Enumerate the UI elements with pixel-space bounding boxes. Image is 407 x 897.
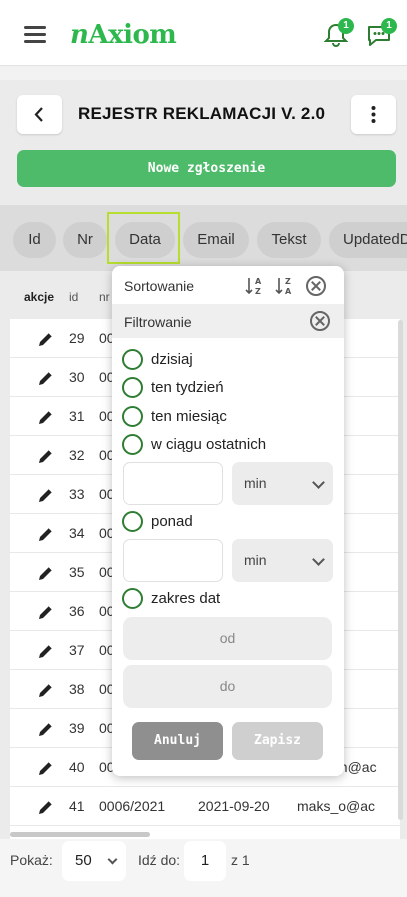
cell-id: 38 [69,681,85,697]
chevron-down-icon [107,854,118,865]
cell-id: 36 [69,603,85,619]
cell-date: 2021-09-20 [198,798,270,814]
svg-text:Z: Z [255,287,261,296]
filter-label: Filtrowanie [124,314,192,330]
edit-icon[interactable] [38,448,54,464]
edit-icon[interactable] [38,409,54,425]
page-title: REJESTR REKLAMACJI V. 2.0 [78,104,326,123]
cell-id: 31 [69,408,85,424]
cancel-button[interactable]: Anuluj [132,722,223,760]
page-count-label: z 1 [231,852,250,868]
chip-email[interactable]: Email [183,222,249,258]
edit-icon[interactable] [38,370,54,386]
chevron-left-icon [34,107,43,122]
messages-count-badge: 1 [381,18,397,34]
svg-text:A: A [255,277,262,286]
chip-id[interactable]: Id [13,222,56,258]
edit-icon[interactable] [38,721,54,737]
cell-id: 39 [69,720,85,736]
more-than-value-input[interactable] [123,539,223,582]
column-filter-popup: Sortowanie A Z Z A Filtrowanie dzisiaj t… [112,266,344,776]
cell-email: maks_o@ac [297,798,376,814]
filter-header: Filtrowanie [112,304,344,338]
radio-this-week[interactable] [122,377,143,398]
sort-za-icon[interactable]: Z A [275,275,297,297]
radio-today[interactable] [122,349,143,370]
edit-icon[interactable] [38,760,54,776]
goto-label: Idź do: [138,852,181,868]
goto-page-input[interactable]: 1 [184,841,226,881]
cell-id: 41 [69,798,85,814]
option-more-than-label: ponad [151,513,193,530]
option-month-label: ten miesiąc [151,408,227,425]
column-header-nr: nr [99,290,110,304]
chip-nr[interactable]: Nr [63,222,107,258]
cell-id: 34 [69,525,85,541]
cell-nr: 0006/2021 [99,798,166,814]
option-today-label: dzisiaj [151,351,193,368]
column-chips: Id Nr Data Email Tekst UpdatedD [0,205,407,271]
unit-value: min [244,475,267,491]
chip-highlight [107,212,180,264]
date-to-input[interactable]: do [123,665,332,708]
unit-value: min [244,552,267,568]
cell-id: 37 [69,642,85,658]
edit-icon[interactable] [38,604,54,620]
vertical-scrollbar[interactable] [398,320,403,820]
sort-label: Sortowanie [124,278,195,294]
more-than-unit-select[interactable]: min [232,539,333,582]
more-vert-icon [371,106,376,123]
new-report-button[interactable]: Nowe zgłoszenie [17,150,396,187]
radio-date-range[interactable] [122,588,143,609]
edit-icon[interactable] [38,331,54,347]
page-size-value: 50 [75,852,92,869]
messages-icon[interactable]: 1 [365,18,397,48]
radio-within-last[interactable] [122,434,143,455]
horizontal-scrollbar[interactable] [10,832,150,837]
save-button[interactable]: Zapisz [232,722,323,760]
page-size-label: Pokaż: [10,852,53,868]
within-last-unit-select[interactable]: min [232,462,333,505]
table-row: 41 0006/2021 2021-09-20 maks_o@ac [10,787,400,826]
more-options-button[interactable] [351,95,396,134]
edit-icon[interactable] [38,643,54,659]
date-from-input[interactable]: od [123,617,332,660]
clear-filter-icon[interactable] [310,311,330,331]
edit-icon[interactable] [38,526,54,542]
page-size-select[interactable]: 50 [62,841,126,881]
clear-sort-icon[interactable] [306,276,326,296]
cell-id: 29 [69,330,85,346]
svg-text:Z: Z [285,277,291,286]
column-header-id: id [69,290,79,304]
column-header-akcje: akcje [24,290,55,304]
notification-count-badge: 1 [338,18,354,34]
edit-icon[interactable] [38,799,54,815]
radio-this-month[interactable] [122,406,143,427]
chip-updated[interactable]: UpdatedD [329,222,407,258]
option-week-label: ten tydzień [151,379,224,396]
menu-icon[interactable] [24,26,46,44]
chevron-down-icon [312,553,325,566]
cell-id: 35 [69,564,85,580]
cell-id: 40 [69,759,85,775]
chip-tekst[interactable]: Tekst [257,222,321,258]
option-date-range-label: zakres dat [151,590,221,607]
radio-more-than[interactable] [122,511,143,532]
edit-icon[interactable] [38,565,54,581]
cell-id: 32 [69,447,85,463]
app-logo: nAxiom [70,20,177,50]
edit-icon[interactable] [38,487,54,503]
option-within-last-label: w ciągu ostatnich [151,436,267,453]
notification-bell-icon[interactable]: 1 [322,18,354,48]
edit-icon[interactable] [38,682,54,698]
top-bar: nAxiom 1 1 [0,0,407,66]
svg-text:A: A [285,287,292,296]
within-last-value-input[interactable] [123,462,223,505]
sort-az-icon[interactable]: A Z [245,275,267,297]
cell-id: 33 [69,486,85,502]
chevron-down-icon [312,476,325,489]
back-button[interactable] [17,95,62,134]
cell-id: 30 [69,369,85,385]
